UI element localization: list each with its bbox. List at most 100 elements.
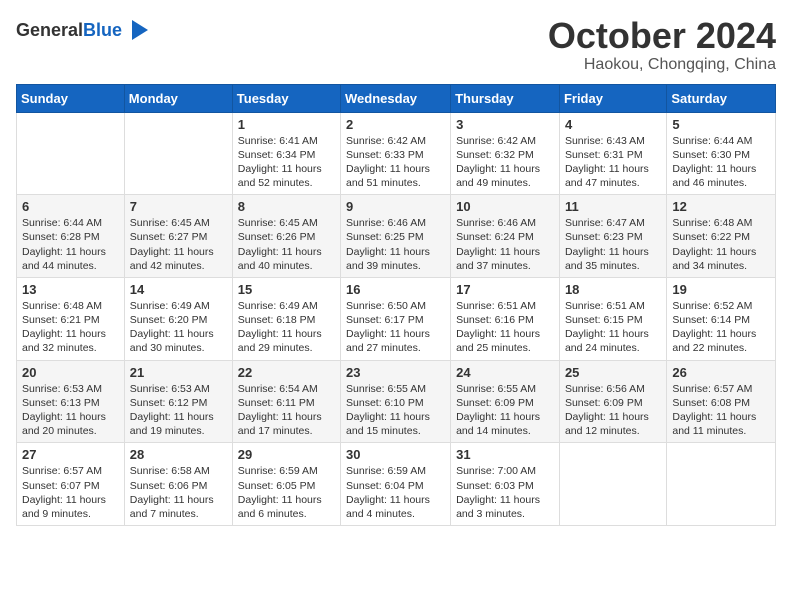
calendar-cell: 3 Sunrise: 6:42 AM Sunset: 6:32 PM Daylig…: [451, 112, 560, 195]
month-title: October 2024: [548, 16, 776, 56]
day-info: Sunrise: 6:53 AM Sunset: 6:13 PM Dayligh…: [22, 382, 119, 439]
day-number: 25: [565, 365, 661, 380]
day-number: 15: [238, 282, 335, 297]
calendar-cell: 4 Sunrise: 6:43 AM Sunset: 6:31 PM Daylig…: [559, 112, 666, 195]
calendar-cell: 26 Sunrise: 6:57 AM Sunset: 6:08 PM Dayli…: [667, 360, 776, 443]
day-info: Sunrise: 6:41 AM Sunset: 6:34 PM Dayligh…: [238, 134, 335, 191]
logo: GeneralBlue: [16, 16, 152, 44]
day-info: Sunrise: 6:58 AM Sunset: 6:06 PM Dayligh…: [130, 464, 227, 521]
calendar-cell: 9 Sunrise: 6:46 AM Sunset: 6:25 PM Daylig…: [341, 195, 451, 278]
day-number: 3: [456, 117, 554, 132]
day-info: Sunrise: 6:57 AM Sunset: 6:08 PM Dayligh…: [672, 382, 770, 439]
day-number: 21: [130, 365, 227, 380]
calendar-week-row: 1 Sunrise: 6:41 AM Sunset: 6:34 PM Daylig…: [17, 112, 776, 195]
day-info: Sunrise: 6:42 AM Sunset: 6:33 PM Dayligh…: [346, 134, 445, 191]
calendar-cell: 22Sunrise: 6:54 AM Sunset: 6:11 PM Dayli…: [232, 360, 340, 443]
day-number: 28: [130, 447, 227, 462]
weekday-header-friday: Friday: [559, 84, 666, 112]
calendar-cell: 10Sunrise: 6:46 AM Sunset: 6:24 PM Dayli…: [451, 195, 560, 278]
day-info: Sunrise: 6:48 AM Sunset: 6:22 PM Dayligh…: [672, 216, 770, 273]
day-number: 17: [456, 282, 554, 297]
logo-general: General: [16, 20, 83, 40]
calendar-cell: 7 Sunrise: 6:45 AM Sunset: 6:27 PM Daylig…: [124, 195, 232, 278]
day-number: 12: [672, 199, 770, 214]
day-info: Sunrise: 6:46 AM Sunset: 6:25 PM Dayligh…: [346, 216, 445, 273]
calendar-cell: 1 Sunrise: 6:41 AM Sunset: 6:34 PM Daylig…: [232, 112, 340, 195]
day-number: 2: [346, 117, 445, 132]
day-number: 19: [672, 282, 770, 297]
weekday-header-tuesday: Tuesday: [232, 84, 340, 112]
calendar-cell: 24 Sunrise: 6:55 AM Sunset: 6:09 PM Dayli…: [451, 360, 560, 443]
calendar-cell: [667, 443, 776, 526]
day-number: 24: [456, 365, 554, 380]
day-number: 18: [565, 282, 661, 297]
day-number: 29: [238, 447, 335, 462]
calendar-cell: 15 Sunrise: 6:49 AM Sunset: 6:18 PM Dayli…: [232, 277, 340, 360]
title-area: October 2024 Haokou, Chongqing, China: [548, 16, 776, 74]
day-info: Sunrise: 6:49 AM Sunset: 6:18 PM Dayligh…: [238, 299, 335, 356]
day-info: Sunrise: 6:49 AM Sunset: 6:20 PM Dayligh…: [130, 299, 227, 356]
day-info: Sunrise: 6:45 AM Sunset: 6:26 PM Dayligh…: [238, 216, 335, 273]
calendar-cell: 19 Sunrise: 6:52 AM Sunset: 6:14 PM Dayli…: [667, 277, 776, 360]
day-number: 4: [565, 117, 661, 132]
calendar-week-row: 20 Sunrise: 6:53 AM Sunset: 6:13 PM Dayli…: [17, 360, 776, 443]
weekday-header-thursday: Thursday: [451, 84, 560, 112]
day-info: Sunrise: 6:51 AM Sunset: 6:15 PM Dayligh…: [565, 299, 661, 356]
weekday-header-wednesday: Wednesday: [341, 84, 451, 112]
day-number: 31: [456, 447, 554, 462]
day-info: Sunrise: 6:53 AM Sunset: 6:12 PM Dayligh…: [130, 382, 227, 439]
day-info: Sunrise: 6:50 AM Sunset: 6:17 PM Dayligh…: [346, 299, 445, 356]
calendar-cell: 25 Sunrise: 6:56 AM Sunset: 6:09 PM Dayli…: [559, 360, 666, 443]
calendar-cell: 12 Sunrise: 6:48 AM Sunset: 6:22 PM Dayli…: [667, 195, 776, 278]
calendar-cell: 6 Sunrise: 6:44 AM Sunset: 6:28 PM Daylig…: [17, 195, 125, 278]
day-number: 26: [672, 365, 770, 380]
day-info: Sunrise: 7:00 AM Sunset: 6:03 PM Dayligh…: [456, 464, 554, 521]
day-number: 8: [238, 199, 335, 214]
calendar-cell: [124, 112, 232, 195]
calendar-cell: 27Sunrise: 6:57 AM Sunset: 6:07 PM Dayli…: [17, 443, 125, 526]
calendar-cell: [559, 443, 666, 526]
day-number: 16: [346, 282, 445, 297]
day-number: 6: [22, 199, 119, 214]
calendar-cell: 30Sunrise: 6:59 AM Sunset: 6:04 PM Dayli…: [341, 443, 451, 526]
day-number: 13: [22, 282, 119, 297]
header: GeneralBlue October 2024 Haokou, Chongqi…: [16, 16, 776, 74]
day-number: 9: [346, 199, 445, 214]
weekday-header-sunday: Sunday: [17, 84, 125, 112]
calendar-table: SundayMondayTuesdayWednesdayThursdayFrid…: [16, 84, 776, 526]
calendar-cell: 21 Sunrise: 6:53 AM Sunset: 6:12 PM Dayli…: [124, 360, 232, 443]
day-info: Sunrise: 6:55 AM Sunset: 6:09 PM Dayligh…: [456, 382, 554, 439]
day-info: Sunrise: 6:59 AM Sunset: 6:04 PM Dayligh…: [346, 464, 445, 521]
calendar-cell: 14 Sunrise: 6:49 AM Sunset: 6:20 PM Dayli…: [124, 277, 232, 360]
day-info: Sunrise: 6:45 AM Sunset: 6:27 PM Dayligh…: [130, 216, 227, 273]
day-info: Sunrise: 6:48 AM Sunset: 6:21 PM Dayligh…: [22, 299, 119, 356]
weekday-header-monday: Monday: [124, 84, 232, 112]
calendar-cell: 5Sunrise: 6:44 AM Sunset: 6:30 PM Daylig…: [667, 112, 776, 195]
calendar-cell: [17, 112, 125, 195]
day-info: Sunrise: 6:43 AM Sunset: 6:31 PM Dayligh…: [565, 134, 661, 191]
day-info: Sunrise: 6:59 AM Sunset: 6:05 PM Dayligh…: [238, 464, 335, 521]
calendar-cell: 23 Sunrise: 6:55 AM Sunset: 6:10 PM Dayli…: [341, 360, 451, 443]
calendar-cell: 11Sunrise: 6:47 AM Sunset: 6:23 PM Dayli…: [559, 195, 666, 278]
calendar-cell: 16 Sunrise: 6:50 AM Sunset: 6:17 PM Dayli…: [341, 277, 451, 360]
day-info: Sunrise: 6:52 AM Sunset: 6:14 PM Dayligh…: [672, 299, 770, 356]
day-info: Sunrise: 6:55 AM Sunset: 6:10 PM Dayligh…: [346, 382, 445, 439]
calendar-cell: 29 Sunrise: 6:59 AM Sunset: 6:05 PM Dayli…: [232, 443, 340, 526]
day-number: 11: [565, 199, 661, 214]
calendar-cell: 17 Sunrise: 6:51 AM Sunset: 6:16 PM Dayli…: [451, 277, 560, 360]
day-number: 22: [238, 365, 335, 380]
day-number: 1: [238, 117, 335, 132]
day-info: Sunrise: 6:56 AM Sunset: 6:09 PM Dayligh…: [565, 382, 661, 439]
calendar-cell: 31 Sunrise: 7:00 AM Sunset: 6:03 PM Dayli…: [451, 443, 560, 526]
logo-blue: Blue: [83, 20, 122, 40]
day-info: Sunrise: 6:42 AM Sunset: 6:32 PM Dayligh…: [456, 134, 554, 191]
day-info: Sunrise: 6:44 AM Sunset: 6:28 PM Dayligh…: [22, 216, 119, 273]
day-info: Sunrise: 6:51 AM Sunset: 6:16 PM Dayligh…: [456, 299, 554, 356]
calendar-week-row: 6 Sunrise: 6:44 AM Sunset: 6:28 PM Daylig…: [17, 195, 776, 278]
day-number: 27: [22, 447, 119, 462]
day-number: 20: [22, 365, 119, 380]
day-number: 7: [130, 199, 227, 214]
day-number: 14: [130, 282, 227, 297]
day-number: 5: [672, 117, 770, 132]
day-number: 23: [346, 365, 445, 380]
